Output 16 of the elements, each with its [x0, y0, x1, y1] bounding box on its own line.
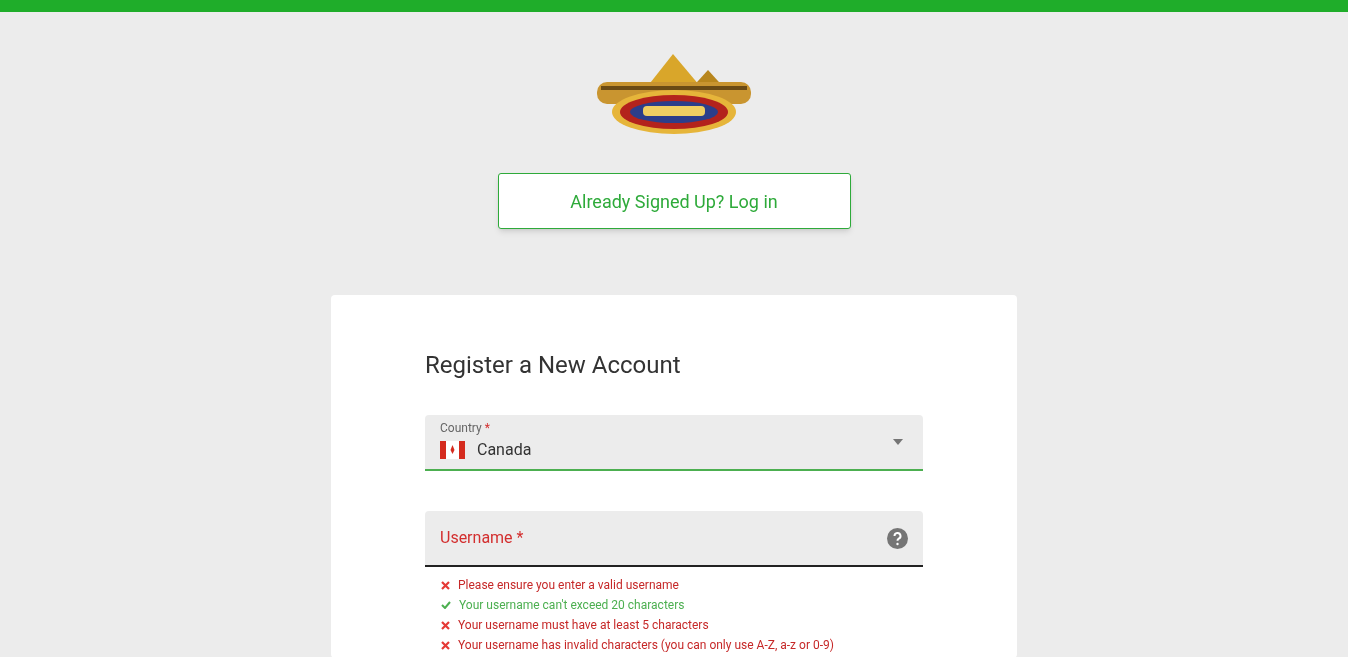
required-mark: *	[516, 528, 524, 547]
form-title: Register a New Account	[425, 350, 682, 381]
validation-message: Your username can't exceed 20 characters	[459, 597, 685, 614]
dropdown-arrow-icon	[893, 439, 903, 445]
username-field[interactable]: Username *	[425, 511, 923, 567]
help-icon[interactable]	[887, 527, 908, 549]
required-mark: *	[484, 421, 490, 435]
login-button[interactable]: Already Signed Up? Log in	[497, 173, 851, 229]
field-placeholder: Username	[440, 528, 513, 547]
validation-message: Your username has invalid characters (you can only use A-Z, a-z or 0-9)	[458, 637, 834, 654]
validation-message: Please ensure you enter a valid username	[458, 577, 679, 594]
flag-icon	[440, 441, 465, 459]
validation-message: Your username must have at least 5 characters	[458, 617, 709, 634]
field-label: Country	[440, 421, 482, 435]
select-value: Canada	[477, 439, 532, 461]
country-select[interactable]: Country * Canada	[425, 415, 923, 471]
